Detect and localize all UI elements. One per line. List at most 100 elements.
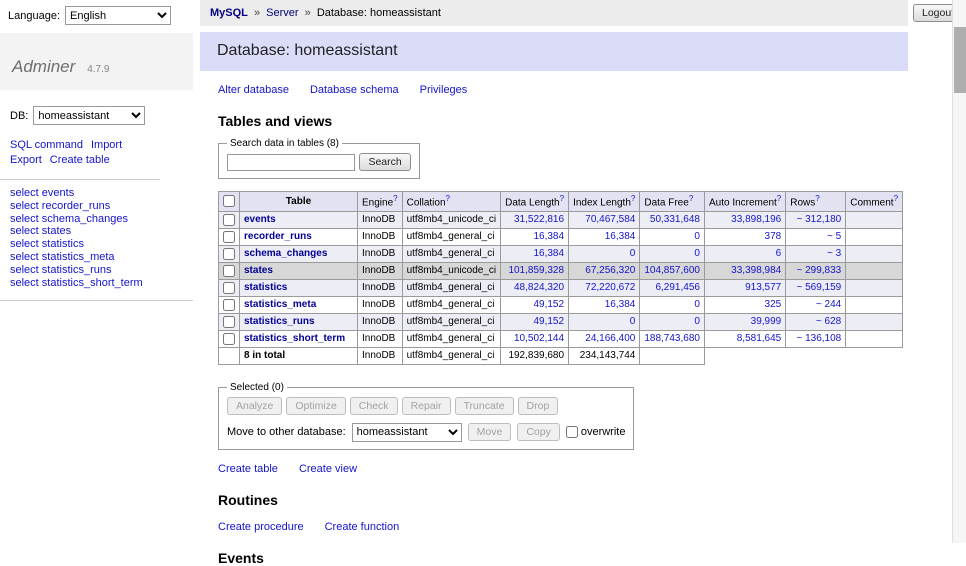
db-nav-link[interactable]: Privileges	[420, 84, 468, 96]
data-free-link[interactable]: 50,331,648	[650, 214, 700, 225]
column-help-link[interactable]: ?	[631, 194, 635, 203]
data-free-link[interactable]: 6,291,456	[655, 282, 700, 293]
index-length-link[interactable]: 0	[630, 316, 636, 327]
data-free-link[interactable]: 0	[694, 248, 700, 259]
overwrite-option[interactable]: overwrite	[566, 426, 626, 438]
table-name-link[interactable]: schema_changes	[244, 248, 327, 259]
create-link[interactable]: Create view	[299, 463, 357, 475]
db-nav-link[interactable]: Alter database	[218, 84, 289, 96]
column-help-link[interactable]: ?	[446, 194, 450, 203]
selected-action-button[interactable]: Optimize	[286, 397, 345, 415]
data-length-link[interactable]: 49,152	[533, 299, 564, 310]
auto-increment-link[interactable]: 325	[765, 299, 782, 310]
column-help-link[interactable]: ?	[393, 194, 397, 203]
rows-count-link[interactable]: ~ 5	[827, 231, 841, 242]
data-free-link[interactable]: 0	[694, 316, 700, 327]
table-name-link[interactable]: recorder_runs	[244, 231, 312, 242]
row-checkbox[interactable]	[223, 265, 235, 277]
auto-increment-link[interactable]: 378	[765, 231, 782, 242]
sidebar-select-link[interactable]: select events	[10, 187, 183, 200]
scrollbar-thumb[interactable]	[954, 27, 966, 93]
table-name-link[interactable]: statistics_runs	[244, 316, 315, 327]
sidebar-select-link[interactable]: select statistics_short_term	[10, 277, 183, 290]
db-nav-link[interactable]: Database schema	[310, 84, 399, 96]
rows-count-link[interactable]: ~ 3	[827, 248, 841, 259]
routine-create-link[interactable]: Create procedure	[218, 521, 304, 533]
auto-increment-link[interactable]: 33,898,196	[731, 214, 781, 225]
rows-count-link[interactable]: ~ 244	[816, 299, 841, 310]
breadcrumb-server-link[interactable]: Server	[266, 7, 298, 19]
rows-count-link[interactable]: ~ 569,159	[796, 282, 841, 293]
data-length-link[interactable]: 10,502,144	[514, 333, 564, 344]
row-checkbox[interactable]	[223, 299, 235, 311]
data-length-link[interactable]: 16,384	[533, 231, 564, 242]
db-select[interactable]: homeassistant	[33, 106, 145, 125]
sidebar-action-link[interactable]: SQL command	[10, 138, 83, 153]
auto-increment-link[interactable]: 8,581,645	[737, 333, 782, 344]
index-length-link[interactable]: 16,384	[605, 231, 636, 242]
rows-count-link[interactable]: ~ 312,180	[796, 214, 841, 225]
create-link[interactable]: Create table	[218, 463, 278, 475]
row-checkbox[interactable]	[223, 282, 235, 294]
copy-button[interactable]: Copy	[517, 423, 560, 441]
column-help-link[interactable]: ?	[894, 194, 898, 203]
row-checkbox[interactable]	[223, 231, 235, 243]
language-select[interactable]: English	[65, 6, 171, 25]
column-help-link[interactable]: ?	[815, 194, 819, 203]
data-length-link[interactable]: 101,859,328	[508, 265, 564, 276]
sidebar-select-link[interactable]: select states	[10, 225, 183, 238]
row-checkbox[interactable]	[223, 214, 235, 226]
index-length-link[interactable]: 24,166,400	[585, 333, 635, 344]
routine-create-link[interactable]: Create function	[325, 521, 400, 533]
data-length-link[interactable]: 49,152	[533, 316, 564, 327]
sidebar-select-link[interactable]: select statistics_meta	[10, 251, 183, 264]
sidebar-select-link[interactable]: select statistics_runs	[10, 264, 183, 277]
auto-increment-link[interactable]: 39,999	[751, 316, 782, 327]
column-help-link[interactable]: ?	[560, 194, 564, 203]
move-button[interactable]: Move	[468, 423, 512, 441]
row-checkbox[interactable]	[223, 316, 235, 328]
data-free-link[interactable]: 0	[694, 299, 700, 310]
index-length-link[interactable]: 0	[630, 248, 636, 259]
rows-count-link[interactable]: ~ 628	[816, 316, 841, 327]
table-name-link[interactable]: statistics_short_term	[244, 333, 345, 344]
row-checkbox[interactable]	[223, 333, 235, 345]
data-length-link[interactable]: 48,824,320	[514, 282, 564, 293]
select-all-checkbox[interactable]	[223, 195, 235, 207]
table-name-link[interactable]: statistics	[244, 282, 287, 293]
data-free-link[interactable]: 188,743,680	[644, 333, 700, 344]
data-free-link[interactable]: 104,857,600	[644, 265, 700, 276]
selected-action-button[interactable]: Truncate	[455, 397, 514, 415]
sidebar-action-link[interactable]: Import	[91, 138, 122, 153]
sidebar-select-link[interactable]: select statistics	[10, 238, 183, 251]
search-button[interactable]: Search	[359, 153, 410, 171]
sidebar-select-link[interactable]: select recorder_runs	[10, 200, 183, 213]
table-name-link[interactable]: events	[244, 214, 276, 225]
scrollbar[interactable]	[952, 0, 966, 543]
breadcrumb-mysql-link[interactable]: MySQL	[210, 7, 248, 19]
auto-increment-link[interactable]: 33,398,984	[731, 265, 781, 276]
column-help-link[interactable]: ?	[777, 194, 781, 203]
table-name-link[interactable]: states	[244, 265, 273, 276]
selected-action-button[interactable]: Check	[350, 397, 398, 415]
selected-action-button[interactable]: Drop	[518, 397, 559, 415]
index-length-link[interactable]: 67,256,320	[585, 265, 635, 276]
auto-increment-link[interactable]: 6	[776, 248, 782, 259]
data-free-link[interactable]: 0	[694, 231, 700, 242]
row-checkbox[interactable]	[223, 248, 235, 260]
data-length-link[interactable]: 16,384	[533, 248, 564, 259]
sidebar-action-link[interactable]: Export	[10, 153, 42, 168]
rows-count-link[interactable]: ~ 299,833	[796, 265, 841, 276]
selected-action-button[interactable]: Repair	[402, 397, 451, 415]
selected-action-button[interactable]: Analyze	[227, 397, 282, 415]
index-length-link[interactable]: 70,467,584	[585, 214, 635, 225]
column-help-link[interactable]: ?	[689, 194, 693, 203]
move-db-select[interactable]: homeassistant	[352, 423, 462, 442]
index-length-link[interactable]: 72,220,672	[585, 282, 635, 293]
overwrite-checkbox[interactable]	[566, 426, 578, 438]
sidebar-select-link[interactable]: select schema_changes	[10, 213, 183, 226]
search-input[interactable]	[227, 154, 355, 171]
sidebar-action-link[interactable]: Create table	[50, 153, 110, 168]
data-length-link[interactable]: 31,522,816	[514, 214, 564, 225]
table-name-link[interactable]: statistics_meta	[244, 299, 316, 310]
